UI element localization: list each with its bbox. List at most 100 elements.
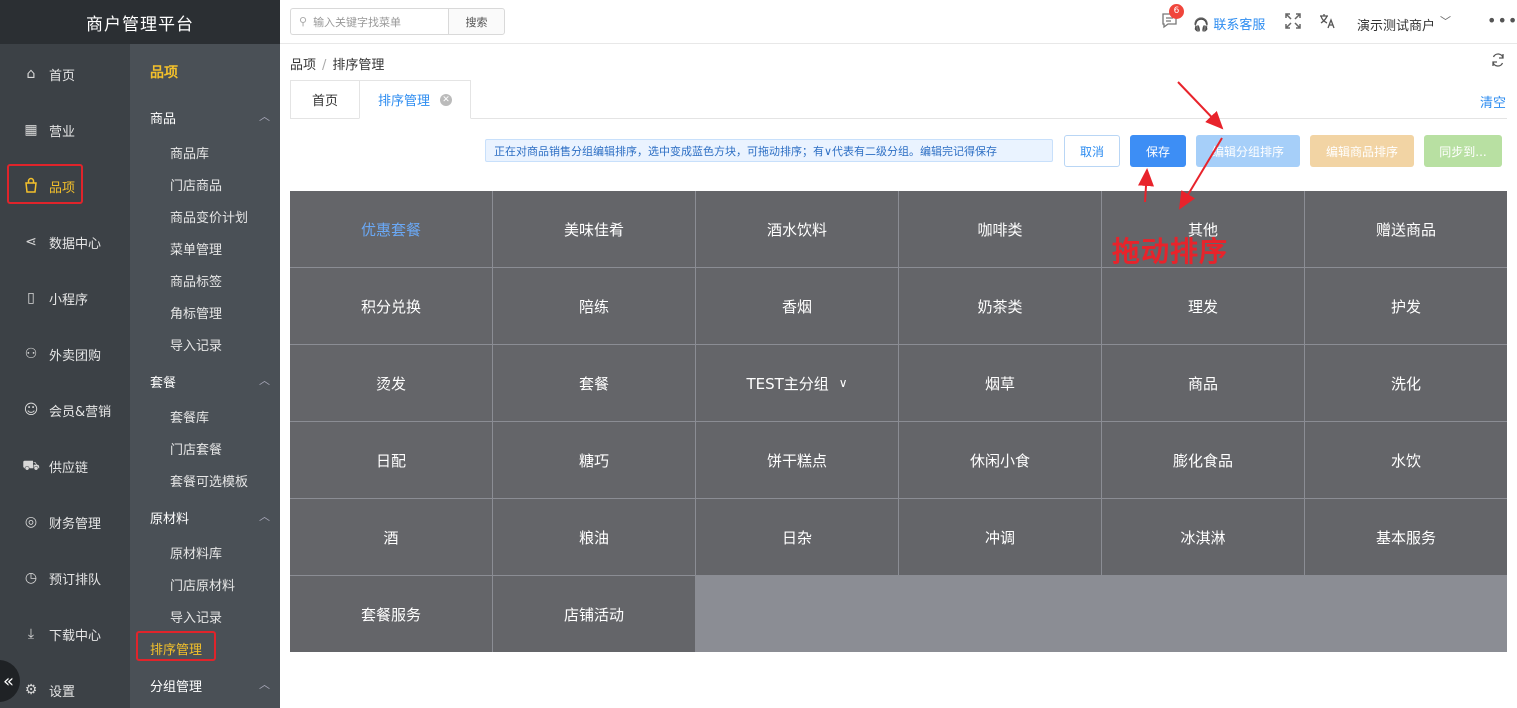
group-tile[interactable]: 冲调	[899, 499, 1101, 575]
cancel-button[interactable]: 取消	[1064, 135, 1120, 167]
contact-support-link[interactable]: 🎧 联系客服	[1193, 14, 1265, 33]
sidebar-item-members[interactable]: ☺ 会员&营销	[0, 390, 130, 430]
sidebar-item-label: 设置	[49, 684, 76, 700]
search-input[interactable]: ⚲ 输入关键字找菜单	[290, 8, 448, 35]
fullscreen-icon[interactable]	[1284, 12, 1302, 34]
subnav-group-group-management[interactable]: 分组管理 ︿	[150, 676, 270, 695]
group-tile[interactable]: 积分兑换	[290, 268, 492, 344]
group-tile[interactable]: 酒水饮料	[696, 191, 898, 267]
subnav-item[interactable]: 商品库	[170, 143, 209, 162]
group-tile[interactable]: 套餐	[493, 345, 695, 421]
group-tile-label: TEST主分组	[746, 374, 829, 393]
group-tile[interactable]: 日杂	[696, 499, 898, 575]
subnav-item[interactable]: 商品变价计划	[170, 207, 248, 226]
chevron-down-icon[interactable]: ﹀	[1440, 13, 1451, 29]
sidebar-item-label: 财务管理	[49, 516, 102, 532]
highlight-box-products	[7, 164, 83, 204]
group-tile-label: 饼干糕点	[766, 451, 827, 470]
group-tile[interactable]: 烟草	[899, 345, 1101, 421]
group-tile[interactable]: 日配	[290, 422, 492, 498]
main-sidebar: ⌂ 首页 ▦ 营业 品项 ⋖ 数据中心 ▯ 小程序 ⚇ 外卖团购 ☺ 会员&营销	[0, 44, 130, 708]
group-tile[interactable]: 美味佳肴	[493, 191, 695, 267]
group-tile[interactable]: 基本服务	[1305, 499, 1507, 575]
group-tile[interactable]: 酒	[290, 499, 492, 575]
subnav-item[interactable]: 门店套餐	[170, 439, 222, 458]
group-tile[interactable]: 赠送商品	[1305, 191, 1507, 267]
edit-group-sort-button[interactable]: 编辑分组排序	[1196, 135, 1300, 167]
group-tile[interactable]: 膨化食品	[1102, 422, 1304, 498]
sidebar-item-finance[interactable]: ◎ 财务管理	[0, 502, 130, 542]
group-tile-label: 酒水饮料	[766, 220, 827, 239]
group-tile[interactable]: 商品	[1102, 345, 1304, 421]
subnav-item[interactable]: 菜单管理	[170, 239, 222, 258]
subnav-item[interactable]: 导入记录	[170, 607, 222, 626]
subnav-item[interactable]: 套餐库	[170, 407, 209, 426]
subnav-item[interactable]: 角标管理	[170, 303, 222, 322]
sidebar-item-supply-chain[interactable]: ⛟ 供应链	[0, 446, 130, 486]
sidebar-item-reservation[interactable]: ◷ 预订排队	[0, 558, 130, 598]
group-tile[interactable]: 奶茶类	[899, 268, 1101, 344]
chevron-down-icon[interactable]: ∨	[839, 376, 848, 390]
sync-to-button[interactable]: 同步到...	[1424, 135, 1502, 167]
close-icon[interactable]: ✕	[440, 93, 452, 106]
clear-tabs-link[interactable]: 清空	[1480, 92, 1506, 111]
subnav-item[interactable]: 原材料库	[170, 543, 222, 562]
group-tile[interactable]: 冰淇淋	[1102, 499, 1304, 575]
sidebar-item-downloads[interactable]: ⤓ 下载中心	[0, 614, 130, 654]
sidebar-item-business[interactable]: ▦ 营业	[0, 110, 130, 150]
group-tile[interactable]: 粮油	[493, 499, 695, 575]
group-tile[interactable]: 咖啡类	[899, 191, 1101, 267]
group-tile[interactable]: 饼干糕点	[696, 422, 898, 498]
group-tile-label: 冰淇淋	[1180, 528, 1226, 547]
group-tile[interactable]: 烫发	[290, 345, 492, 421]
group-tile[interactable]: 优惠套餐	[290, 191, 492, 267]
sidebar-item-home[interactable]: ⌂ 首页	[0, 54, 130, 94]
tab-home[interactable]: 首页	[290, 80, 360, 119]
group-tile[interactable]: 套餐服务	[290, 576, 492, 652]
subnav-group-combos[interactable]: 套餐 ︿	[150, 372, 270, 391]
sidebar-item-label: 外卖团购	[49, 348, 102, 364]
subnav-item[interactable]: 门店商品	[170, 175, 222, 194]
group-tile[interactable]: 休闲小食	[899, 422, 1101, 498]
sidebar-item-label: 会员&营销	[49, 404, 112, 420]
subnav-item[interactable]: 导入记录	[170, 335, 222, 354]
subnav-group-materials[interactable]: 原材料 ︿	[150, 508, 270, 527]
arrow-to-edit-group	[1177, 81, 1224, 130]
clock-icon: ◷	[24, 570, 38, 586]
group-tile-label: 陪练	[578, 297, 609, 316]
subnav-item[interactable]: 套餐可选模板	[170, 471, 248, 490]
breadcrumb-parent[interactable]: 品项	[290, 58, 316, 73]
translate-icon[interactable]	[1318, 12, 1336, 34]
edit-item-sort-button[interactable]: 编辑商品排序	[1310, 135, 1414, 167]
save-button[interactable]: 保存	[1130, 135, 1186, 167]
group-tile[interactable]: 理发	[1102, 268, 1304, 344]
download-icon: ⤓	[27, 626, 35, 642]
tab-sort-management[interactable]: 排序管理 ✕	[359, 80, 471, 119]
subnav-group-label: 套餐	[150, 376, 177, 391]
sidebar-item-mini-program[interactable]: ▯ 小程序	[0, 278, 130, 318]
group-tile[interactable]: 水饮	[1305, 422, 1507, 498]
subnav-group-products[interactable]: 商品 ︿	[150, 108, 270, 127]
group-tile[interactable]: 陪练	[493, 268, 695, 344]
refresh-icon[interactable]	[1491, 53, 1505, 71]
search-button[interactable]: 搜索	[448, 8, 505, 35]
chevron-up-icon: ︿	[259, 374, 270, 387]
breadcrumb-separator: /	[322, 58, 327, 73]
secondary-sidebar: 品项 商品 ︿ 商品库 门店商品 商品变价计划 菜单管理 商品标签 角标管理 导…	[130, 44, 280, 708]
merchant-name[interactable]: 演示测试商户	[1357, 15, 1435, 34]
group-tile[interactable]: 护发	[1305, 268, 1507, 344]
group-tile-label: 休闲小食	[969, 451, 1030, 470]
group-tile[interactable]: 香烟	[696, 268, 898, 344]
group-tile[interactable]: 糖巧	[493, 422, 695, 498]
more-menu-icon[interactable]: •••	[1487, 11, 1517, 30]
subnav-item[interactable]: 商品标签	[170, 271, 222, 290]
group-tile[interactable]: 洗化	[1305, 345, 1507, 421]
tabs-divider	[290, 118, 1507, 119]
group-tile[interactable]: 店铺活动	[493, 576, 695, 652]
sidebar-item-data-center[interactable]: ⋖ 数据中心	[0, 222, 130, 262]
group-tile[interactable]: TEST主分组 ∨	[696, 345, 898, 421]
sales-group-grid: 优惠套餐 美味佳肴 酒水饮料 咖啡类 其他 赠送商品 积分兑换 陪练 香烟 奶茶类 理发 护发 烫发 套餐…	[290, 191, 1507, 652]
group-tile-label: 香烟	[781, 297, 812, 316]
sidebar-item-delivery[interactable]: ⚇ 外卖团购	[0, 334, 130, 374]
subnav-item[interactable]: 门店原材料	[170, 575, 235, 594]
